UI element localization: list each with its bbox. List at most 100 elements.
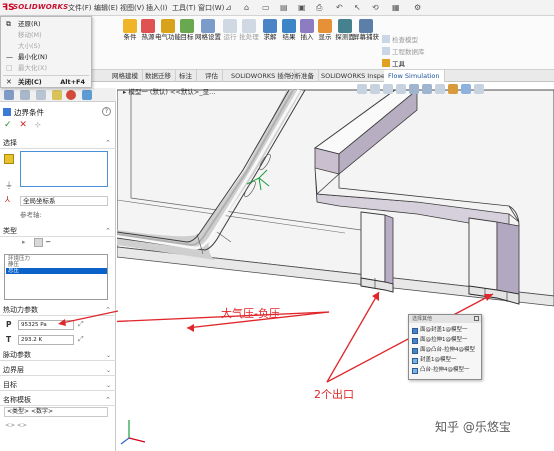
graphics-viewport[interactable]: ▸ 模型一 (默认) <<默认>_显... 大气压-负压 2个出口 [117, 82, 554, 451]
chevron-down-icon: ⌄ [105, 352, 111, 359]
menu-item-size[interactable]: 大小(S) [1, 41, 91, 51]
zhihu-watermark: 知乎 @乐悠宝 [435, 420, 511, 434]
section-goal[interactable]: 目标 ⌄ [0, 380, 116, 391]
home-icon[interactable]: ⌂ [244, 3, 249, 12]
zoom-fit-icon[interactable] [357, 84, 367, 94]
popup-item-cap[interactable]: 封盖1@模型一 [411, 356, 483, 365]
coordinate-system-field[interactable]: 全局坐标系 [20, 196, 108, 206]
section-selection[interactable]: 选择 ⌃ [0, 138, 116, 149]
section-type[interactable]: 类型 ⌃ [0, 226, 116, 237]
options-gear-icon[interactable]: ⚙ [414, 3, 421, 12]
section-boundary-layer[interactable]: 边界层 ⌄ [0, 365, 116, 376]
menu-item-close[interactable]: ✕ 关闭(C) Alt+F4 [1, 77, 91, 87]
pressure-opening-icon[interactable] [34, 238, 43, 247]
hide-show-icon[interactable] [435, 84, 445, 94]
file-properties-icon[interactable]: ▦ [392, 3, 400, 12]
dimxpert-tab-icon[interactable] [52, 90, 62, 100]
flow-opening-icon[interactable]: ▸ [22, 238, 31, 247]
tab-data-migration[interactable]: 数据迁移 [141, 70, 176, 82]
menu-edit[interactable]: 编辑(E) [94, 3, 118, 13]
section-view-icon[interactable] [396, 84, 406, 94]
outlets-annotation: 2个出口 [314, 388, 354, 401]
new-document-icon[interactable]: ▭ [262, 3, 270, 12]
popup-item-face-extrude[interactable]: 面@拉伸1@模型一 [411, 336, 483, 345]
view-settings-icon[interactable] [474, 84, 484, 94]
face-selection-box[interactable] [20, 151, 108, 187]
property-manager-tab-icon[interactable] [20, 90, 30, 100]
cmd-screen-capture-button[interactable]: 屏幕捕获 [351, 16, 381, 41]
rebuild-icon[interactable]: ⟲ [372, 3, 379, 12]
tab-mesh-modeling[interactable]: 网格建模 [108, 70, 143, 82]
menu-tools[interactable]: 工具(T) [172, 3, 196, 13]
help-icon[interactable]: ? [102, 107, 111, 116]
popup-item-boss[interactable]: 凸台-拉伸4@模型一 [411, 366, 483, 375]
tab-analysis-prep[interactable]: 分析准备 [284, 70, 319, 82]
menu-view[interactable]: 视图(V) [120, 3, 144, 13]
menu-file[interactable]: 文件(F) [68, 3, 92, 13]
flow-tools-button[interactable]: 工具 [382, 58, 405, 68]
pressure-symbol: P [6, 320, 12, 329]
flow-analysis-tab-icon[interactable] [82, 90, 92, 100]
tab-markup[interactable]: 标注 [175, 70, 197, 82]
menu-item-move[interactable]: 移动(M) [1, 30, 91, 40]
section-name-template[interactable]: 名称模板 ⌃ [0, 395, 116, 406]
batch-icon [242, 19, 256, 33]
face-icon [412, 338, 418, 344]
probe-icon [338, 19, 352, 33]
boundary-type-list[interactable]: 环境压力 静压 总压 [4, 254, 108, 300]
pressure-annotation: 大气压-负压 [221, 307, 280, 320]
template-insert-icons[interactable]: <> <> [5, 422, 27, 429]
feature-icon [412, 358, 418, 364]
previous-view-icon[interactable] [383, 84, 393, 94]
menu-insert[interactable]: 插入(I) [146, 3, 168, 13]
minimize-icon: — [6, 53, 13, 61]
pin-icon[interactable]: ⊹ [35, 121, 41, 129]
mesh-icon [201, 19, 215, 33]
display-style-icon[interactable] [422, 84, 432, 94]
engineering-db-button[interactable]: 工程数据库 [382, 46, 425, 56]
filter-funnel-icon[interactable]: ⏚ [5, 180, 13, 191]
temperature-symbol: T [6, 335, 12, 344]
type-list-item-total[interactable]: 总压 [6, 268, 107, 274]
menu-item-minimize[interactable]: — 最小化(N) [1, 52, 91, 62]
cancel-button[interactable]: ✕ [19, 120, 27, 130]
save-icon[interactable]: ▣ [298, 3, 306, 12]
select-arrow-icon[interactable]: ↖ [354, 3, 361, 12]
open-folder-icon[interactable]: ▤ [280, 3, 288, 12]
popup-item-face-cap[interactable]: 面@封盖1@模型一 [411, 326, 483, 335]
face-selection-cube-icon [4, 154, 14, 164]
menu-window[interactable]: 窗口(W) [198, 3, 224, 13]
scene-icon[interactable] [461, 84, 471, 94]
select-other-popup: 选择其他 面@封盖1@模型一 面@拉伸1@模型一 面@凸台-拉伸4@模型 封盖1… [408, 314, 482, 380]
menu-item-restore[interactable]: ⧉ 还原(R) [1, 19, 91, 29]
print-icon[interactable]: ⎙ [316, 3, 322, 13]
configuration-tab-icon[interactable] [36, 90, 46, 100]
pm-actions: ✓ ✕ ⊹ [4, 120, 41, 130]
model-tree-flyout[interactable]: ▸ 模型一 (默认) <<默认>_显... [123, 86, 215, 96]
menu-item-maximize[interactable]: □ 最大化(X) [1, 63, 91, 73]
tab-evaluate[interactable]: 评估 [201, 70, 223, 82]
name-template-input[interactable]: <类型> <数字> [4, 407, 108, 417]
close-icon: ✕ [6, 78, 12, 86]
check-model-button[interactable]: 检查模型 [382, 34, 418, 44]
solidworks-logo: ꟻS SOLIDWORKS [2, 2, 68, 14]
wall-icon[interactable]: ━ [46, 238, 55, 247]
view-orientation-icon[interactable] [409, 84, 419, 94]
undo-icon[interactable]: ↶ [336, 3, 343, 12]
temperature-dependency-icon[interactable]: ⤢ [78, 335, 84, 344]
outlet-2-duct[interactable] [468, 217, 498, 299]
zoom-area-icon[interactable] [370, 84, 380, 94]
edit-appearance-icon[interactable] [448, 84, 458, 94]
solidworks-logo-mark: ꟻS [2, 3, 15, 13]
section-fluctuation[interactable]: 脉动参数 ⌄ [0, 350, 116, 361]
popup-close-icon[interactable] [474, 316, 479, 321]
ok-button[interactable]: ✓ [4, 120, 12, 130]
popup-item-face-boss[interactable]: 面@凸台-拉伸4@模型 [411, 346, 483, 355]
feature-tree-tab-icon[interactable] [4, 90, 14, 100]
appearance-tab-icon[interactable] [66, 90, 76, 100]
temperature-input[interactable]: 293.2 K [18, 335, 74, 345]
tab-flow-simulation[interactable]: Flow Simulation [384, 70, 445, 82]
menu-pin-icon[interactable]: ⊿ [225, 3, 232, 12]
boundary-condition-title: 边界条件 [3, 107, 44, 118]
face-icon [412, 348, 418, 354]
